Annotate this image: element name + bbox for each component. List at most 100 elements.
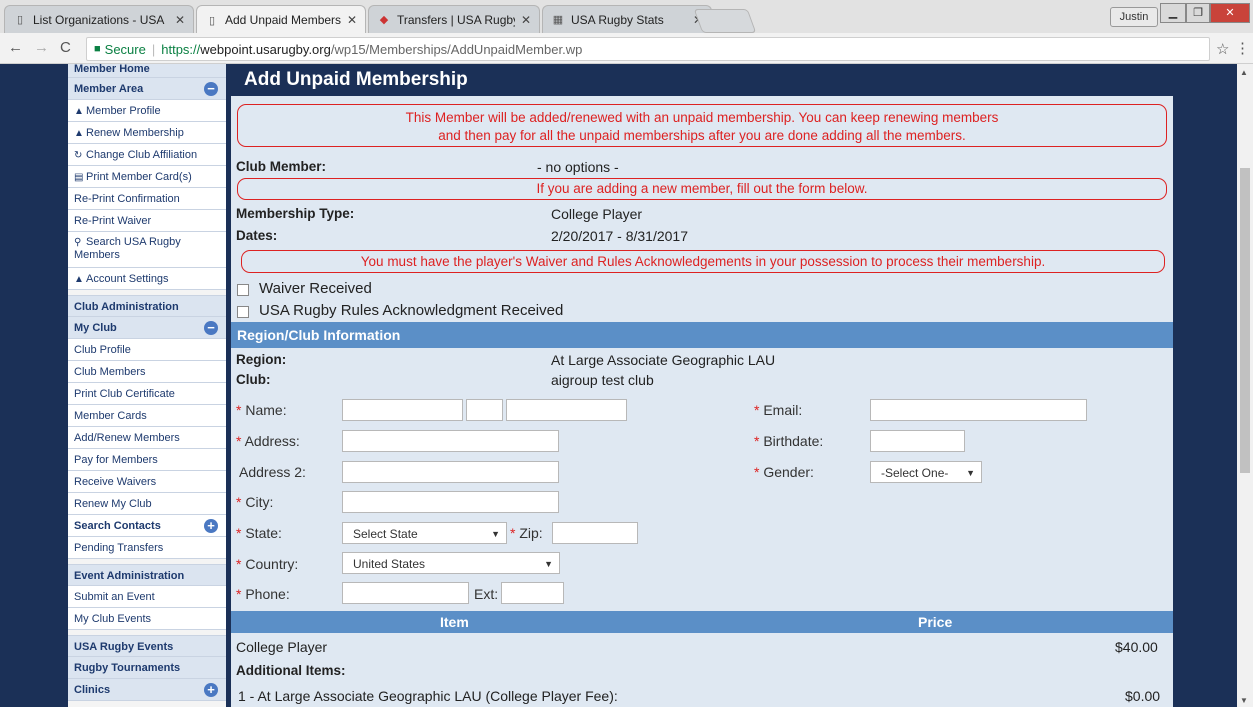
sidebar-item-member-cards[interactable]: Member Cards — [68, 405, 226, 427]
sidebar-item-print-club-certificate[interactable]: Print Club Certificate — [68, 383, 226, 405]
sidebar-item-member-area[interactable]: Member Area − — [68, 78, 226, 100]
club-member-label: Club Member: — [236, 159, 327, 174]
state-select[interactable]: Select State ▼ — [342, 522, 507, 544]
search-icon: ⚲ — [74, 237, 82, 248]
bookmark-star-icon[interactable]: ☆ — [1216, 40, 1229, 58]
user-icon: ▲ — [74, 274, 84, 285]
item-column-header: Item — [440, 614, 469, 630]
zip-label-text: Zip: — [519, 525, 543, 541]
sidebar-item-member-profile[interactable]: ▲ Member Profile — [68, 100, 226, 122]
price-column-header: Price — [918, 614, 953, 630]
sidebar-item-label: Member Cards — [74, 410, 147, 422]
middle-initial-input[interactable] — [466, 399, 503, 421]
sidebar-item-club-profile[interactable]: Club Profile — [68, 339, 226, 361]
close-icon[interactable]: ✕ — [347, 13, 357, 27]
sidebar-item-event-administration[interactable]: Event Administration — [68, 564, 226, 586]
tab-add-unpaid-membership[interactable]: ▯ Add Unpaid Membership ✕ — [196, 5, 366, 34]
birthdate-label: * Birthdate: — [754, 433, 823, 449]
scrollbar-thumb[interactable] — [1240, 168, 1250, 473]
sidebar-item-club-administration[interactable]: Club Administration — [68, 295, 226, 317]
last-name-input[interactable] — [506, 399, 627, 421]
page-title: Add Unpaid Membership — [231, 64, 1173, 96]
sidebar-item-club-members[interactable]: Club Members — [68, 361, 226, 383]
city-input[interactable] — [342, 491, 559, 513]
close-icon[interactable]: ✕ — [175, 13, 185, 27]
sidebar-item-account-settings[interactable]: ▲ Account Settings — [68, 268, 226, 290]
sidebar-item-reprint-waiver[interactable]: Re-Print Waiver — [68, 210, 226, 232]
minimize-icon[interactable]: ▁ — [1160, 3, 1186, 23]
sidebar-item-my-club[interactable]: My Club − — [68, 317, 226, 339]
zip-input[interactable] — [552, 522, 638, 544]
url-path: /wp15/Memberships/AddUnpaidMember.wp — [330, 41, 583, 57]
waiver-received-checkbox[interactable] — [237, 284, 249, 296]
back-icon[interactable]: ← — [8, 39, 23, 56]
sidebar-item-pay-for-members[interactable]: Pay for Members — [68, 449, 226, 471]
city-label: * City: — [236, 494, 273, 510]
rules-received-checkbox[interactable] — [237, 306, 249, 318]
collapse-icon[interactable]: − — [204, 321, 218, 335]
forward-icon[interactable]: → — [34, 39, 49, 56]
tab-transfers[interactable]: ◆ Transfers | USA Rugby M ✕ — [368, 5, 540, 33]
close-icon[interactable]: ✕ — [521, 13, 531, 27]
chevron-down-icon: ▼ — [544, 559, 553, 569]
profile-button[interactable]: Justin — [1110, 7, 1158, 27]
address2-input[interactable] — [342, 461, 559, 483]
country-select-value: United States — [353, 557, 426, 571]
address-label-text: Address: — [244, 433, 300, 449]
sidebar-item-member-home[interactable]: Member Home — [68, 64, 226, 78]
birthdate-input[interactable] — [870, 430, 965, 452]
club-value: aigroup test club — [551, 372, 654, 388]
menu-icon[interactable]: ⋮ — [1235, 39, 1250, 57]
user-plus-icon: ▲ — [74, 128, 84, 139]
restore-icon[interactable]: ❐ — [1186, 3, 1210, 23]
country-select[interactable]: United States ▼ — [342, 552, 560, 574]
first-name-input[interactable] — [342, 399, 463, 421]
sidebar-item-label: Add/Renew Members — [74, 432, 180, 444]
lock-icon: ■ — [94, 43, 101, 55]
gender-select[interactable]: -Select One- ▼ — [870, 461, 982, 483]
expand-icon[interactable]: + — [204, 683, 218, 697]
ext-input[interactable] — [501, 582, 564, 604]
sidebar-item-pending-transfers[interactable]: Pending Transfers — [68, 537, 226, 559]
sidebar-item-reprint-confirmation[interactable]: Re-Print Confirmation — [68, 188, 226, 210]
club-member-value: - no options - — [537, 159, 619, 175]
sidebar-item-label: Event Administration — [74, 570, 185, 582]
sidebar-item-submit-event[interactable]: Submit an Event — [68, 586, 226, 608]
sidebar-item-print-member-cards[interactable]: ▤ Print Member Card(s) — [68, 166, 226, 188]
required-marker: * — [236, 586, 242, 602]
scroll-down-icon[interactable]: ▼ — [1240, 696, 1248, 705]
phone-input[interactable] — [342, 582, 469, 604]
new-tab-button[interactable] — [693, 9, 757, 33]
sidebar-item-rugby-tournaments[interactable]: Rugby Tournaments — [68, 657, 226, 679]
sidebar-item-my-club-events[interactable]: My Club Events — [68, 608, 226, 630]
tab-list-organizations[interactable]: ▯ List Organizations - USA ✕ — [4, 5, 194, 33]
sidebar-item-search-members[interactable]: ⚲ Search USA Rugby Members — [68, 232, 226, 268]
item-name: 1 - At Large Associate Geographic LAU (C… — [238, 688, 618, 704]
region-value: At Large Associate Geographic LAU — [551, 352, 776, 368]
close-window-icon[interactable]: ✕ — [1210, 3, 1250, 23]
sidebar-item-receive-waivers[interactable]: Receive Waivers — [68, 471, 226, 493]
sidebar-item-add-renew-members[interactable]: Add/Renew Members — [68, 427, 226, 449]
sidebar-item-renew-my-club[interactable]: Renew My Club — [68, 493, 226, 515]
scroll-up-icon[interactable]: ▲ — [1240, 68, 1248, 77]
required-marker: * — [754, 464, 760, 480]
collapse-icon[interactable]: − — [204, 82, 218, 96]
stats-icon: ▦ — [552, 14, 564, 26]
url-field[interactable]: ■ Secure | https:// webpoint.usarugby.or… — [86, 37, 1210, 61]
sidebar-item-clinics[interactable]: Clinics + — [68, 679, 226, 701]
reload-icon[interactable]: C — [60, 39, 71, 56]
sidebar-item-label: Change Club Affiliation — [86, 149, 198, 161]
page-icon: ▯ — [208, 14, 216, 27]
address-input[interactable] — [342, 430, 559, 452]
country-label-text: Country: — [245, 556, 299, 572]
sidebar-item-search-contacts[interactable]: Search Contacts + — [68, 515, 226, 537]
sidebar-item-change-club-affiliation[interactable]: ↻ Change Club Affiliation — [68, 144, 226, 166]
sidebar-item-renew-membership[interactable]: ▲ Renew Membership — [68, 122, 226, 144]
tab-label: Transfers | USA Rugby M — [397, 12, 515, 27]
sidebar-item-usa-rugby-events[interactable]: USA Rugby Events — [68, 635, 226, 657]
email-input[interactable] — [870, 399, 1087, 421]
sidebar-item-label: Club Members — [74, 366, 146, 378]
dates-label: Dates: — [236, 228, 278, 243]
expand-icon[interactable]: + — [204, 519, 218, 533]
tab-usa-rugby-stats[interactable]: ▦ USA Rugby Stats ✕ — [542, 5, 712, 33]
